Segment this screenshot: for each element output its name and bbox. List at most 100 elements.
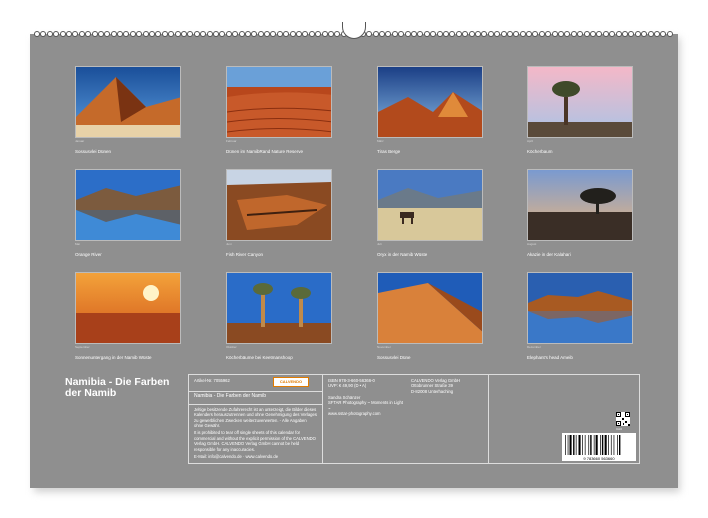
binding-hole: [589, 31, 596, 37]
binding-hole: [379, 31, 386, 37]
photo-caption: Elephant's head Ameib: [527, 355, 573, 360]
binding-hole: [404, 31, 411, 37]
calendar-title: Namibia - Die Farben der Namib: [65, 377, 169, 399]
binding-hole: [455, 31, 462, 37]
binding-hole: [212, 31, 219, 37]
barcode: 9 783660 563660: [562, 433, 636, 461]
title-line-2: der Namib: [65, 387, 117, 399]
barcode-bar: [575, 435, 577, 455]
binding-hole: [494, 31, 501, 37]
binding-hole: [564, 31, 571, 37]
photo-caption: Akazie in der Kalahari: [527, 252, 571, 257]
photo-credit: SFTAR Photography ~ Moments in Light ~: [328, 400, 403, 411]
binding-hole: [481, 31, 488, 37]
binding-hole: [232, 31, 239, 37]
month-tile: Januar Sossusvlei Dünen: [75, 66, 181, 155]
article-section: Artikel-Nr. 7055962 CALVENDO Namibia - D…: [189, 375, 323, 463]
binding-hole: [155, 31, 162, 37]
photo-sossusvlei-dune: [377, 272, 483, 344]
binding-hole: [283, 31, 290, 37]
month-tile: November Sossusvlei Düne: [377, 272, 483, 361]
photo-quiver-trees-keetmanshoop: [226, 272, 332, 344]
binding-hole: [161, 31, 168, 37]
binding-hole: [206, 31, 213, 37]
month-tile: April Köcherbaum: [527, 66, 633, 155]
binding-hole: [85, 31, 92, 37]
binding-hole: [615, 31, 622, 37]
month-label: Oktober: [226, 345, 237, 349]
barcode-bar: [617, 435, 618, 455]
barcode-bar: [565, 435, 566, 455]
binding-hole: [104, 31, 111, 37]
photo-tiras-mountains: [377, 66, 483, 138]
photo-caption: Köcherbaum: [527, 149, 553, 154]
binding-hole: [117, 31, 124, 37]
binding-hole: [78, 31, 85, 37]
binding-hole: [251, 31, 258, 37]
photo-caption: Sonnenuntergang in der Namib Wüste: [75, 355, 152, 360]
contact-email: E-Mail: info@calvendo.de · www.calvendo.…: [194, 454, 279, 460]
binding-hole: [411, 31, 418, 37]
binding-hole: [443, 31, 449, 37]
month-tile: Mai Orange River: [75, 169, 181, 258]
binding-hole: [462, 31, 469, 37]
binding-hole: [628, 31, 635, 37]
binding-hole: [609, 31, 616, 37]
binding-hole: [142, 31, 149, 37]
month-tile: Dezember Elephant's head Ameib: [527, 272, 633, 361]
binding-hole: [129, 31, 136, 37]
binding-hole: [634, 31, 641, 37]
binding-hole: [149, 31, 156, 37]
month-label: Juli: [377, 242, 382, 246]
month-label: Dezember: [527, 345, 541, 349]
binding-hole: [660, 31, 667, 37]
binding-hole: [289, 31, 296, 37]
barcode-bar: [588, 435, 590, 455]
barcode-bar: [578, 435, 581, 455]
binding-hole: [40, 31, 47, 37]
binding-hole: [327, 31, 334, 37]
binding-hole: [136, 31, 143, 37]
month-tile: März Tiras Berge: [377, 66, 483, 155]
month-tile: Oktober Köcherbäume bei Keetmanshoop: [226, 272, 332, 361]
month-tile: Juni Fish River Canyon: [226, 169, 332, 258]
calvendo-logo: CALVENDO: [273, 377, 309, 387]
binding-hole: [596, 31, 603, 37]
binding-hole: [417, 31, 424, 37]
photo-caption: Fish River Canyon: [226, 252, 264, 257]
binding-hole: [513, 31, 520, 37]
binding-hole: [474, 31, 481, 37]
binding-hole: [97, 31, 104, 37]
barcode-bar: [601, 435, 604, 455]
barcode-bar: [567, 435, 569, 455]
price: UVP: € 49,90 (D • A): [328, 383, 367, 389]
binding-hole: [449, 31, 456, 37]
binding-hole: [308, 31, 315, 37]
binding-hole: [53, 31, 60, 37]
binding-hole: [500, 31, 507, 37]
binding-hole: [577, 31, 584, 37]
binding-hole: [193, 31, 200, 37]
binding-hole: [244, 31, 251, 37]
barcode-bar: [608, 435, 609, 455]
photo-orange-river: [75, 169, 181, 241]
binding-hole: [430, 31, 437, 37]
binding-hole: [296, 31, 303, 37]
publisher-section: ISBN 978-3-660-56366-0 UVP: € 49,90 (D •…: [323, 375, 489, 463]
binding-hole: [398, 31, 405, 37]
qr-code: [616, 412, 630, 426]
binding-hole: [276, 31, 283, 37]
binding-hole: [602, 31, 609, 37]
binding-hole: [468, 31, 475, 37]
barcode-bar: [604, 435, 607, 455]
binding-hole: [302, 31, 309, 37]
month-tile: September Sonnenuntergang in der Namib W…: [75, 272, 181, 361]
photo-dunes: [75, 66, 181, 138]
month-label: Februar: [226, 139, 237, 143]
month-label: Januar: [75, 139, 85, 143]
barcode-bar: [600, 435, 601, 455]
barcode-bar: [584, 435, 586, 455]
binding-hole: [436, 31, 443, 37]
photo-caption: Köcherbäume bei Keetmanshoop: [226, 355, 293, 360]
binding-hole: [180, 31, 187, 37]
